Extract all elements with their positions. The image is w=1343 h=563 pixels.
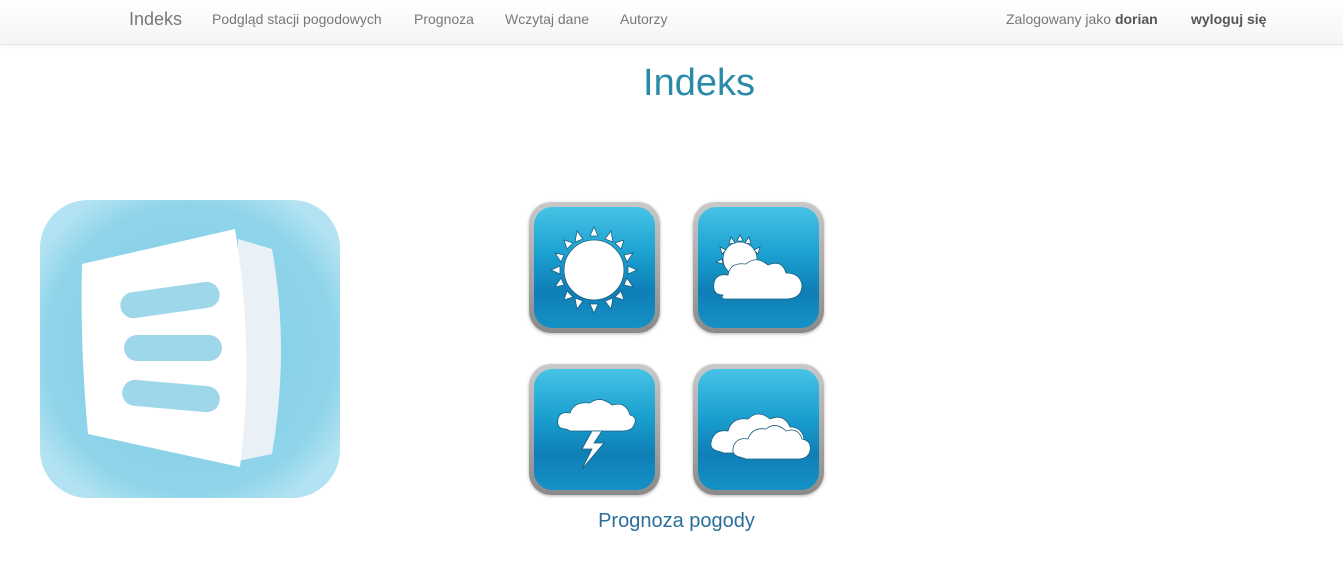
logged-in-label: Zalogowany jako xyxy=(1006,11,1115,27)
logged-in-status: Zalogowany jako dorian xyxy=(1006,11,1158,27)
cloudy-icon xyxy=(710,413,811,460)
nav-load-data[interactable]: Wczytaj dane xyxy=(505,11,589,27)
brand-link[interactable]: Indeks xyxy=(129,9,182,30)
document-list-icon xyxy=(40,199,340,499)
navbar: Indeks Podgląd stacji pogodowych Prognoz… xyxy=(0,0,1343,45)
sun-icon xyxy=(550,226,638,314)
partly-cloudy-tile[interactable] xyxy=(693,202,824,333)
page-title: Indeks xyxy=(643,62,755,104)
username: dorian xyxy=(1114,11,1158,27)
nav-authors[interactable]: Autorzy xyxy=(620,11,667,27)
forecast-link[interactable]: Prognoza pogody xyxy=(530,510,823,533)
partly-cloudy-icon xyxy=(713,234,803,300)
logout-link[interactable]: wyloguj się xyxy=(1191,11,1266,27)
nav-weather-stations[interactable]: Podgląd stacji pogodowych xyxy=(212,11,382,27)
cloudy-tile[interactable] xyxy=(693,364,824,495)
thunderstorm-icon xyxy=(557,399,636,470)
sun-tile[interactable] xyxy=(529,202,660,333)
thunderstorm-tile[interactable] xyxy=(529,364,660,495)
nav-forecast[interactable]: Prognoza xyxy=(414,11,474,27)
